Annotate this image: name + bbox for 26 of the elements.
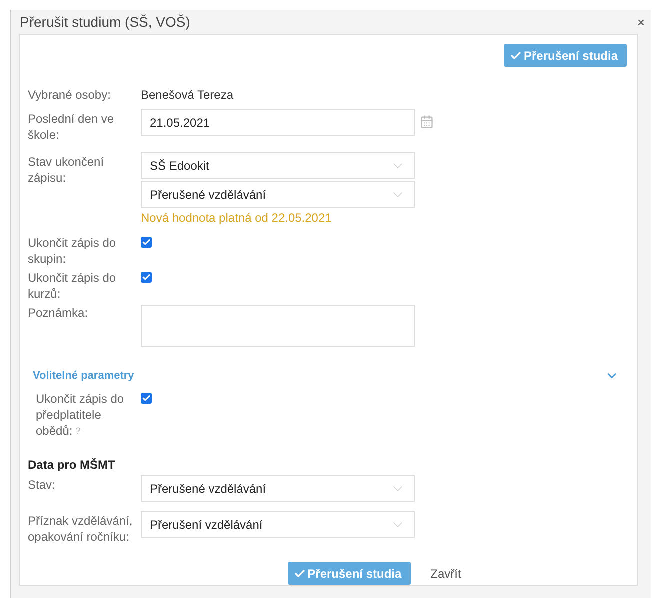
field-label: Ukončit zápis do skupin: [28, 235, 118, 267]
field-label: Příznak vzdělávání, opakování ročníku: [28, 513, 134, 545]
section-heading: Data pro MŠMT [28, 458, 116, 472]
field-label: Vybrané osoby: [28, 87, 112, 103]
select-field[interactable]: Přerušení vzdělávání [141, 511, 415, 538]
check-icon [294, 568, 306, 580]
field-value: Benešová Tereza [141, 87, 235, 103]
field-label: Stav: [28, 477, 56, 493]
dialog-title: Přerušit studium (SŠ, VOŠ) [20, 14, 190, 30]
checkbox[interactable] [141, 272, 152, 283]
date-field[interactable]: 21.05.2021 [141, 109, 415, 136]
check-icon [510, 50, 522, 62]
field-label: Poznámka: [28, 305, 90, 321]
select-field[interactable]: Přerušené vzdělávání [141, 475, 415, 502]
field-label: Ukončit zápis do předplatitele obědů: ? [35, 391, 126, 439]
field-label: Stav ukončení zápisu: [28, 154, 106, 186]
select-field[interactable]: SŠ Edookit [141, 152, 415, 179]
select-field[interactable]: Přerušené vzdělávání [141, 181, 415, 208]
close-button[interactable]: × [637, 14, 645, 30]
checkbox[interactable] [141, 237, 152, 248]
validity-note: Nová hodnota platná od 22.05.2021 [141, 210, 333, 226]
note-field[interactable] [141, 305, 415, 347]
checkbox[interactable] [141, 393, 152, 404]
field-label: Ukončit zápis do kurzů: [28, 270, 118, 302]
close-link[interactable]: Zavřít [424, 566, 468, 582]
field-label: Poslední den ve škole: [28, 111, 116, 143]
